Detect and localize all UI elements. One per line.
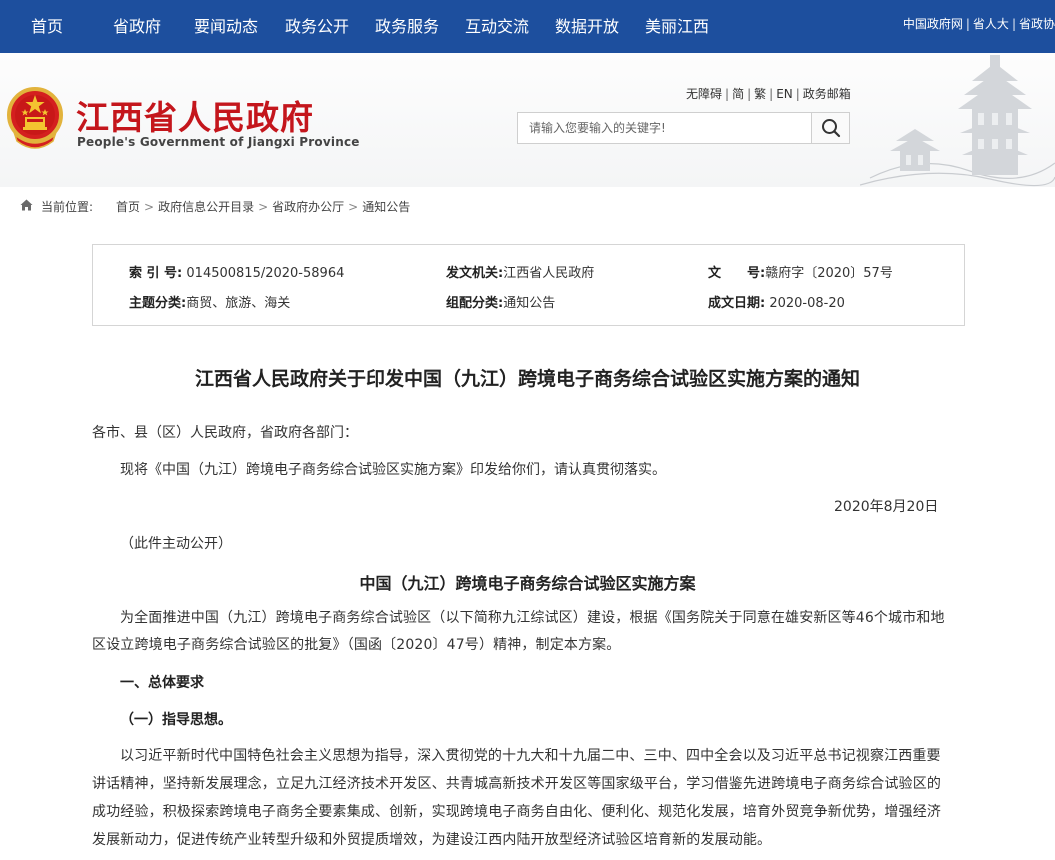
subsection-heading: （一）指导思想。 [120,712,232,728]
plan-title: 中国（九江）跨境电子商务综合试验区实施方案 [359,574,696,593]
nav-item-gov-affairs-open[interactable]: 政务公开 [285,0,349,53]
section-heading: 一、总体要求 [120,675,204,691]
body-line: 以习近平新时代中国特色社会主义思想为指导，深入贯彻党的十九大和十九届二中、三中、… [120,748,941,764]
body-line: 发展新动力，促进传统产业转型升级和外贸提质增效，为建设江西内陆开放型经济试验区培… [92,832,772,848]
meta-document-number: 文 号:赣府字〔2020〕57号 [708,266,893,281]
breadcrumb-notices[interactable]: 通知公告 [362,200,410,214]
link-provincial-congress[interactable]: 省人大 [973,17,1009,31]
site-subtitle: People's Government of Jiangxi Province [77,135,360,149]
search-icon [822,119,841,138]
search-box [517,112,850,144]
meta-topic-category: 主题分类:商贸、旅游、海关 [129,296,291,311]
site-header: 江西省人民政府 People's Government of Jiangxi P… [0,53,1055,187]
link-gov-email[interactable]: 政务邮箱 [803,87,851,101]
breadcrumb-label: 当前位置: [41,200,94,214]
link-traditional[interactable]: 繁 [754,87,766,101]
nav-item-home[interactable]: 首页 [31,0,63,53]
breadcrumb-info-catalog[interactable]: 政府信息公开目录 [158,200,254,214]
article-salutation: 各市、县（区）人民政府，省政府各部门： [92,425,358,441]
nav-item-open-data[interactable]: 数据开放 [555,0,619,53]
link-provincial-cppcc[interactable]: 省政协 [1019,17,1055,31]
meta-org-category: 组配分类:通知公告 [446,296,556,311]
breadcrumb-general-office[interactable]: 省政府办公厅 [272,200,344,214]
document-meta-table: 索 引 号: 014500815/2020-58964 发文机关:江西省人民政府… [92,244,965,326]
nav-item-gov-services[interactable]: 政务服务 [375,0,439,53]
article-title: 江西省人民政府关于印发中国（九江）跨境电子商务综合试验区实施方案的通知 [194,368,860,390]
nav-item-news[interactable]: 要闻动态 [194,0,258,53]
link-simplified[interactable]: 简 [732,87,744,101]
body-line: 讲话精神，坚持新发展理念，立足九江经济技术开发区、共青城高新技术开发区等国家级平… [92,776,941,792]
plan-intro-line: 区设立跨境电子商务综合试验区的批复》（国函〔2020〕47号）精神，制定本方案。 [92,637,621,653]
nav-item-provincial-gov[interactable]: 省政府 [113,0,161,53]
link-accessibility[interactable]: 无障碍 [686,87,722,101]
article-intro: 现将《中国（九江）跨境电子商务综合试验区实施方案》印发给你们，请认真贯彻落实。 [120,462,666,478]
article-date: 2020年8月20日 [834,499,939,515]
meta-issuing-authority: 发文机关:江西省人民政府 [446,266,595,281]
link-english[interactable]: EN [776,87,793,101]
meta-index-number: 索 引 号: 014500815/2020-58964 [129,266,345,281]
plan-intro-line: 为全面推进中国（九江）跨境电子商务综合试验区（以下简称九江综试区）建设，根据《国… [120,610,945,626]
body-line: 成功经验，积极探索跨境电子商务全要素集成、创新，实现跨境电子商务自由化、便利化、… [92,804,941,820]
nav-item-interaction[interactable]: 互动交流 [465,0,529,53]
utility-links: 无障碍 | 简 | 繁 | EN | 政务邮箱 [686,87,851,101]
breadcrumb-home[interactable]: 首页 [116,200,140,214]
home-icon [20,199,33,211]
meta-written-date: 成文日期: 2020-08-20 [708,296,845,311]
article-disclosure: （此件主动公开） [120,536,232,552]
breadcrumb: 当前位置: 首页 > 政府信息公开目录 > 省政府办公厅 > 通知公告 [0,187,1055,223]
search-button[interactable] [811,113,849,143]
top-nav: 首页 省政府 要闻动态 政务公开 政务服务 互动交流 数据开放 美丽江西 中国政… [0,0,1055,53]
search-input[interactable] [518,113,812,143]
pavilion-decoration-icon [860,55,1055,187]
top-external-links: 中国政府网 | 省人大 | 省政协 [902,17,1055,31]
breadcrumb-path: 首页 > 政府信息公开目录 > 省政府办公厅 > 通知公告 [116,200,411,214]
nav-item-beautiful-jiangxi[interactable]: 美丽江西 [645,0,709,53]
national-emblem-icon [7,87,63,149]
site-title: 江西省人民政府 [76,98,314,137]
link-china-gov[interactable]: 中国政府网 [903,17,963,31]
